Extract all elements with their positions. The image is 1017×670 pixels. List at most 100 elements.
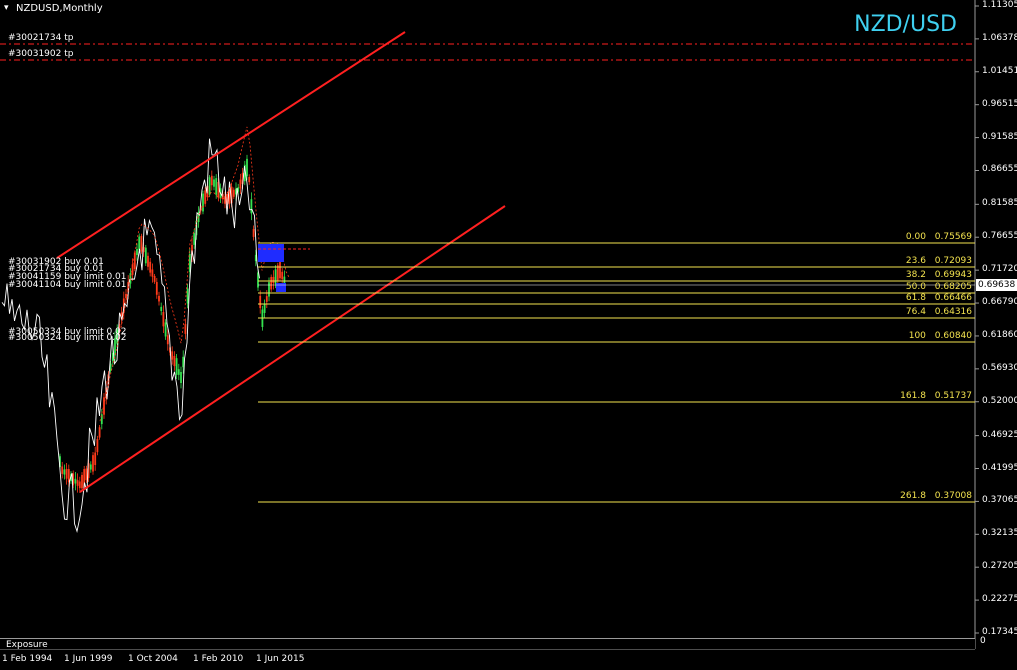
price-tick-label: 0.17345 (982, 627, 1017, 637)
fib-level: 76.4 (905, 307, 926, 317)
fib-price: 0.64316 (931, 307, 972, 317)
fib-level: 261.8 (900, 491, 926, 501)
candle-body (177, 369, 180, 375)
candle-body (175, 358, 178, 375)
price-tick-label: 0.86655 (982, 164, 1017, 175)
candle-body (74, 478, 77, 484)
fib-level: 61.8 (905, 293, 926, 303)
fib-level-label: 0.00 0.75569 (880, 232, 972, 242)
fib-level: 23.6 (905, 256, 926, 266)
candle-body (89, 464, 92, 470)
candle-body (246, 158, 248, 177)
candle-body (263, 304, 266, 313)
candle-body (61, 466, 64, 474)
price-tick-label: 0.61860 (982, 329, 1017, 340)
candle-body (78, 481, 81, 489)
fib-level: 161.8 (900, 391, 926, 401)
price-tick-label: 0.71720 (982, 264, 1017, 275)
tp-label-2: #30031902 tp (8, 49, 74, 59)
fib-level-label: 261.8 0.37008 (880, 491, 972, 501)
candle-body (131, 264, 134, 275)
candle-series (59, 154, 286, 493)
price-tick-label: 0.46925 (982, 429, 1017, 440)
price-tick-label: 0.91585 (982, 131, 1017, 142)
candle-body (186, 288, 189, 304)
fib-price: 0.69943 (931, 270, 972, 280)
candle-body (155, 282, 158, 295)
candle-body (63, 469, 66, 475)
candle-body (171, 351, 174, 360)
candle-body (125, 293, 127, 299)
current-price-badge: 0.69638 (976, 279, 1017, 291)
candle-body (210, 175, 213, 186)
candle-body (94, 452, 97, 466)
fib-level-label: 161.8 0.51737 (880, 391, 972, 401)
candle-body (149, 261, 152, 273)
candle-body (204, 190, 207, 204)
price-tick-label: 1.11305 (982, 0, 1017, 10)
candle-body (213, 179, 215, 187)
candle-body (76, 480, 79, 486)
candle-body (140, 235, 143, 252)
chart-window[interactable]: ▾ NZDUSD,Monthly NZD/USD #30021734 tp #3… (0, 0, 1017, 670)
candle-body (65, 468, 68, 479)
fib-price: 0.68205 (931, 282, 972, 292)
indicator-line (99, 126, 290, 422)
candle-body (252, 229, 255, 237)
candle-body (96, 439, 99, 453)
fib-price: 0.75569 (931, 232, 972, 242)
candle-body (202, 193, 204, 212)
price-tick-label: 1.06378 (982, 32, 1017, 43)
candle-body (164, 322, 167, 337)
candle-body (239, 179, 242, 189)
exposure-tab-label[interactable]: Exposure (6, 640, 48, 650)
price-chart[interactable] (0, 0, 1017, 670)
candle-body (158, 295, 160, 302)
scroll-marker: 0 (980, 636, 986, 646)
fib-level: 50.0 (905, 282, 926, 292)
tp-label-1: #30021734 tp (8, 33, 74, 43)
fib-level-label: 38.2 0.69943 (880, 270, 972, 280)
fib-level: 100 (908, 331, 926, 341)
candle-body (136, 248, 138, 256)
order-label: #30050324 buy limit 0.02 (8, 333, 127, 343)
candle-body (81, 474, 83, 489)
channel-upper-line (56, 31, 406, 259)
fib-level: 0.00 (905, 232, 926, 242)
fib-level-label: 100 0.60840 (880, 331, 972, 341)
price-tick-label: 0.27205 (982, 561, 1017, 572)
fib-price: 0.37008 (931, 491, 972, 501)
time-tick-label: 1 Feb 2010 (193, 654, 244, 664)
candle-body (147, 255, 149, 267)
candle-body (281, 271, 284, 280)
candle-body (98, 427, 101, 438)
chart-menu-icon[interactable]: ▾ (4, 3, 9, 13)
candle-body (144, 247, 147, 264)
candle-body (270, 276, 273, 290)
price-tick-label: 0.66790 (982, 297, 1017, 308)
price-tick-label: 0.56930 (982, 362, 1017, 373)
exposure-panel[interactable] (0, 638, 975, 649)
candle-body (138, 236, 141, 250)
price-tick-label: 0.22275 (982, 594, 1017, 605)
candle-body (248, 176, 251, 183)
candle-body (173, 355, 176, 367)
candle-body (232, 189, 235, 197)
candle-body (265, 296, 268, 302)
time-tick-label: 1 Jun 1999 (64, 654, 113, 664)
candle-body (193, 233, 196, 245)
fib-level-label: 50.0 0.68205 (880, 282, 972, 292)
fib-level-label: 23.6 0.72093 (880, 256, 972, 266)
price-tick-label: 0.81585 (982, 198, 1017, 209)
order-zone-box-small (276, 283, 286, 292)
candle-body (274, 269, 277, 284)
candle-body (268, 282, 270, 297)
fib-price: 0.72093 (931, 256, 972, 266)
price-tick-label: 0.76655 (982, 231, 1017, 242)
fibonacci-lines (258, 242, 975, 503)
candle-body (272, 276, 275, 283)
price-tick-label: 0.96515 (982, 98, 1017, 109)
candle-body (162, 312, 165, 327)
price-tick-label: 0.32135 (982, 528, 1017, 539)
order-label: #30041104 buy limit 0.01 (8, 280, 127, 290)
